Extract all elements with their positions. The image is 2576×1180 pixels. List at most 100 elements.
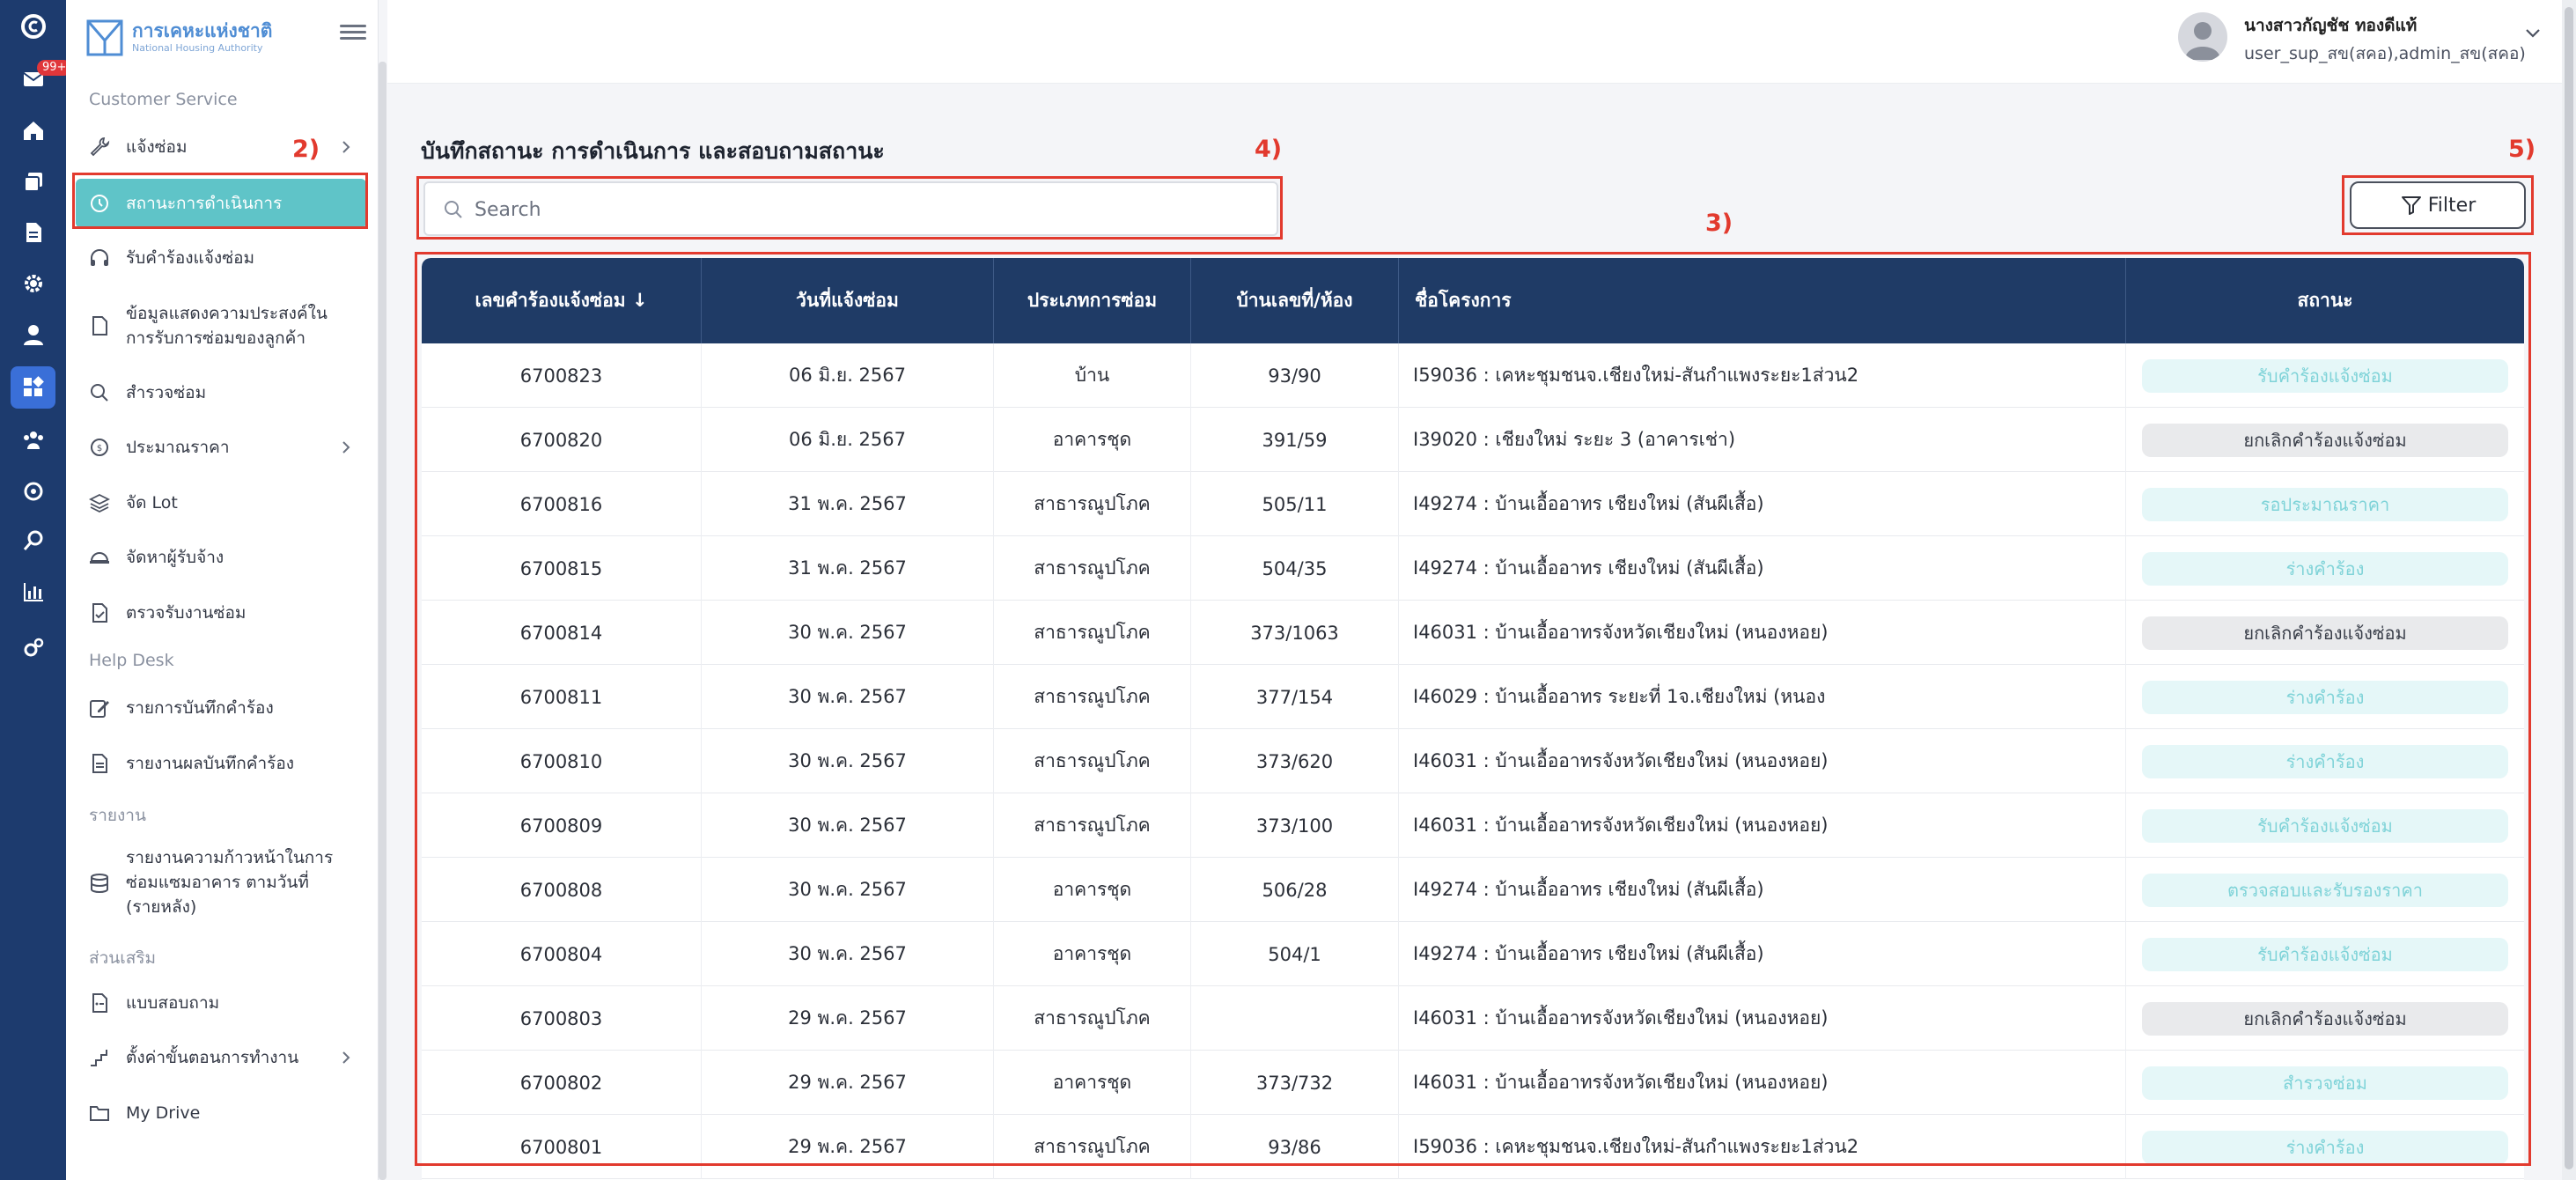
cell-status: ร่างคำร้อง bbox=[2126, 729, 2524, 793]
chevron-down-icon[interactable] bbox=[2523, 23, 2543, 42]
sidebar-item-receive-request[interactable]: รับคำร้องแจ้งซ่อม bbox=[76, 233, 366, 283]
gears-icon[interactable] bbox=[11, 627, 55, 669]
layers-icon bbox=[88, 493, 111, 513]
sidebar-item-request-records[interactable]: รายการบันทึกคำร้อง bbox=[76, 683, 366, 733]
table-row[interactable]: 6700801 29 พ.ค. 2567 สาธารณูปโภค 93/86 I5903… bbox=[422, 1115, 2524, 1179]
bar-chart-icon[interactable] bbox=[11, 571, 55, 613]
sidebar-item-label: แบบสอบถาม bbox=[126, 993, 220, 1013]
table-row[interactable]: 6700815 31 พ.ค. 2567 สาธารณูปโภค 504/35 I492… bbox=[422, 536, 2524, 601]
avatar[interactable] bbox=[2178, 12, 2227, 62]
sidebar-item-repair-request[interactable]: แจ้งซ่อม bbox=[76, 122, 366, 172]
inbox-icon[interactable]: 99+ bbox=[11, 56, 72, 99]
sidebar-item-find-contractor[interactable]: จัดหาผู้รับจ้าง bbox=[76, 533, 366, 582]
sidebar-item-arrange-lot[interactable]: จัด Lot bbox=[76, 478, 366, 527]
status-badge: ยกเลิกคำร้องแจ้งซ่อม bbox=[2142, 1001, 2508, 1036]
sidebar-item-inspect-repair[interactable]: ตรวจรับงานซ่อม bbox=[76, 588, 366, 638]
cell-status: สำรวจซ่อม bbox=[2126, 1051, 2524, 1115]
sidebar-item-request-report[interactable]: รายงานผลบันทึกคำร้อง bbox=[76, 739, 366, 788]
table-row[interactable]: 6700811 30 พ.ค. 2567 สาธารณูปโภค 377/154 I46… bbox=[422, 665, 2524, 729]
column-header-project[interactable]: ชื่อโครงการ bbox=[1399, 258, 2126, 343]
cell-request-no: 6700814 bbox=[422, 601, 702, 665]
table-row[interactable]: 6700810 30 พ.ค. 2567 สาธารณูปโภค 373/620 I46… bbox=[422, 729, 2524, 793]
sidebar-item-label: ข้อมูลแสดงความประสงค์ในการรับการซ่อมของล… bbox=[126, 304, 328, 348]
sidebar-item-progress-report[interactable]: รายงานความก้าวหน้าในการซ่อมแซมอาคาร ตามว… bbox=[76, 833, 366, 932]
cell-project: I49274 : บ้านเอื้ออาทร เชียงใหม่ (สันผีเ… bbox=[1399, 472, 2126, 536]
chevron-right-icon bbox=[342, 1051, 350, 1064]
column-header-request-no[interactable]: เลขคำร้องแจ้งซ่อม ↓ bbox=[422, 258, 702, 343]
brand[interactable]: การเคหะแห่งชาติ National Housing Authori… bbox=[86, 19, 272, 56]
cell-repair-type: สาธารณูปโภค bbox=[994, 601, 1191, 665]
table-row[interactable]: 6700823 06 มิ.ย. 2567 บ้าน 93/90 I59036 : เค… bbox=[422, 343, 2524, 408]
search-icon[interactable] bbox=[11, 520, 55, 562]
sidebar-item-operation-status[interactable]: สถานะการดำเนินการ bbox=[76, 179, 366, 228]
status-badge: รับคำร้องแจ้งซ่อม bbox=[2142, 358, 2508, 393]
column-header-repair-type[interactable]: ประเภทการซ่อม bbox=[994, 258, 1191, 343]
sidebar-item-survey-repair[interactable]: สำรวจซ่อม bbox=[76, 368, 366, 417]
sidebar-item-workflow-settings[interactable]: ตั้งค่าขั้นตอนการทำงาน bbox=[76, 1033, 366, 1082]
home-icon[interactable] bbox=[11, 109, 55, 151]
history-icon bbox=[91, 195, 108, 212]
cell-request-no: 6700802 bbox=[422, 1051, 702, 1115]
icon-rail: 99+ bbox=[0, 0, 72, 1180]
search-box[interactable] bbox=[423, 181, 1278, 236]
cell-request-no: 6700823 bbox=[422, 343, 702, 408]
table-row[interactable]: 6700814 30 พ.ค. 2567 สาธารณูปโภค 373/1063 I4… bbox=[422, 601, 2524, 665]
table-row[interactable]: 6700820 06 มิ.ย. 2567 อาคารชุด 391/59 I39020… bbox=[422, 408, 2524, 472]
cell-repair-type: อาคารชุด bbox=[994, 858, 1191, 922]
status-badge: ยกเลิกคำร้องแจ้งซ่อม bbox=[2142, 616, 2508, 650]
cell-request-no: 6700801 bbox=[422, 1115, 702, 1179]
filter-icon bbox=[2401, 196, 2421, 215]
page-scrollbar[interactable] bbox=[2565, 7, 2573, 1169]
cell-date: 30 พ.ค. 2567 bbox=[702, 665, 994, 729]
cell-request-no: 6700815 bbox=[422, 536, 702, 601]
sidebar-item-customer-intent[interactable]: ข้อมูลแสดงความประสงค์ในการรับการซ่อมของล… bbox=[76, 287, 366, 365]
sidebar-item-my-drive[interactable]: My Drive bbox=[76, 1088, 366, 1138]
cell-date: 06 มิ.ย. 2567 bbox=[702, 343, 994, 408]
cog-icon[interactable] bbox=[11, 470, 55, 513]
cell-repair-type: อาคารชุด bbox=[994, 922, 1191, 986]
headset-icon bbox=[91, 249, 108, 266]
stack-icon[interactable] bbox=[11, 160, 55, 203]
sidebar-item-label: My Drive bbox=[126, 1103, 201, 1123]
column-header-date[interactable]: วันที่แจ้งซ่อม bbox=[702, 258, 994, 343]
table-row[interactable]: 6700808 30 พ.ค. 2567 อาคารชุด 506/28 I49274 … bbox=[422, 858, 2524, 922]
column-header-status[interactable]: สถานะ bbox=[2126, 258, 2524, 343]
team-icon[interactable] bbox=[11, 419, 55, 461]
hamburger-menu-icon[interactable] bbox=[340, 21, 366, 48]
file-icon bbox=[92, 316, 107, 336]
file-text-icon bbox=[92, 754, 107, 773]
table-row[interactable]: 6700803 29 พ.ค. 2567 สาธารณูปโภค I46031 : บ… bbox=[422, 986, 2524, 1051]
cell-request-no: 6700804 bbox=[422, 922, 702, 986]
logo-icon[interactable] bbox=[11, 5, 55, 48]
table-row[interactable]: 6700816 31 พ.ค. 2567 สาธารณูปโภค 505/11 I492… bbox=[422, 472, 2524, 536]
table-row[interactable]: 6700802 29 พ.ค. 2567 อาคารชุด 373/732 I46031… bbox=[422, 1051, 2524, 1115]
sidebar-item-label: รับคำร้องแจ้งซ่อม bbox=[126, 248, 255, 268]
table-row[interactable]: 6700809 30 พ.ค. 2567 สาธารณูปโภค 373/100 I46… bbox=[422, 793, 2524, 858]
folder-icon bbox=[90, 1106, 109, 1121]
survey-icon bbox=[92, 993, 107, 1013]
filter-button[interactable]: Filter bbox=[2350, 181, 2526, 229]
column-header-house-no[interactable]: บ้านเลขที่/ห้อง bbox=[1191, 258, 1399, 343]
cell-house-no bbox=[1191, 986, 1399, 1051]
table-row[interactable]: 6700804 30 พ.ค. 2567 อาคารชุด 504/1 I49274 :… bbox=[422, 922, 2524, 986]
search-input[interactable] bbox=[475, 192, 1249, 227]
cell-request-no: 6700816 bbox=[422, 472, 702, 536]
user-icon[interactable] bbox=[11, 313, 55, 356]
cell-project: I49274 : บ้านเอื้ออาทร เชียงใหม่ (สันผีเ… bbox=[1399, 858, 2126, 922]
sidebar-scrollbar[interactable] bbox=[379, 62, 386, 1180]
status-badge: สำรวจซ่อม bbox=[2142, 1066, 2508, 1100]
chevron-right-icon bbox=[342, 141, 350, 153]
cell-repair-type: อาคารชุด bbox=[994, 1051, 1191, 1115]
status-badge: ยกเลิกคำร้องแจ้งซ่อม bbox=[2142, 423, 2508, 457]
settings-gear-icon[interactable] bbox=[11, 262, 55, 305]
cell-status: รับคำร้องแจ้งซ่อม bbox=[2126, 343, 2524, 408]
document-icon[interactable] bbox=[11, 211, 55, 254]
cell-request-no: 6700809 bbox=[422, 793, 702, 858]
sidebar-item-questionnaire[interactable]: แบบสอบถาม bbox=[76, 978, 366, 1028]
cell-project: I49274 : บ้านเอื้ออาทร เชียงใหม่ (สันผีเ… bbox=[1399, 536, 2126, 601]
dashboard-icon[interactable] bbox=[11, 366, 55, 409]
status-badge: ตรวจสอบและรับรองราคา bbox=[2142, 873, 2508, 907]
sidebar-item-estimate-price[interactable]: $ ประมาณราคา bbox=[76, 423, 366, 472]
annotation-label-4: 4) bbox=[1255, 136, 1283, 163]
status-badge: รับคำร้องแจ้งซ่อม bbox=[2142, 808, 2508, 843]
